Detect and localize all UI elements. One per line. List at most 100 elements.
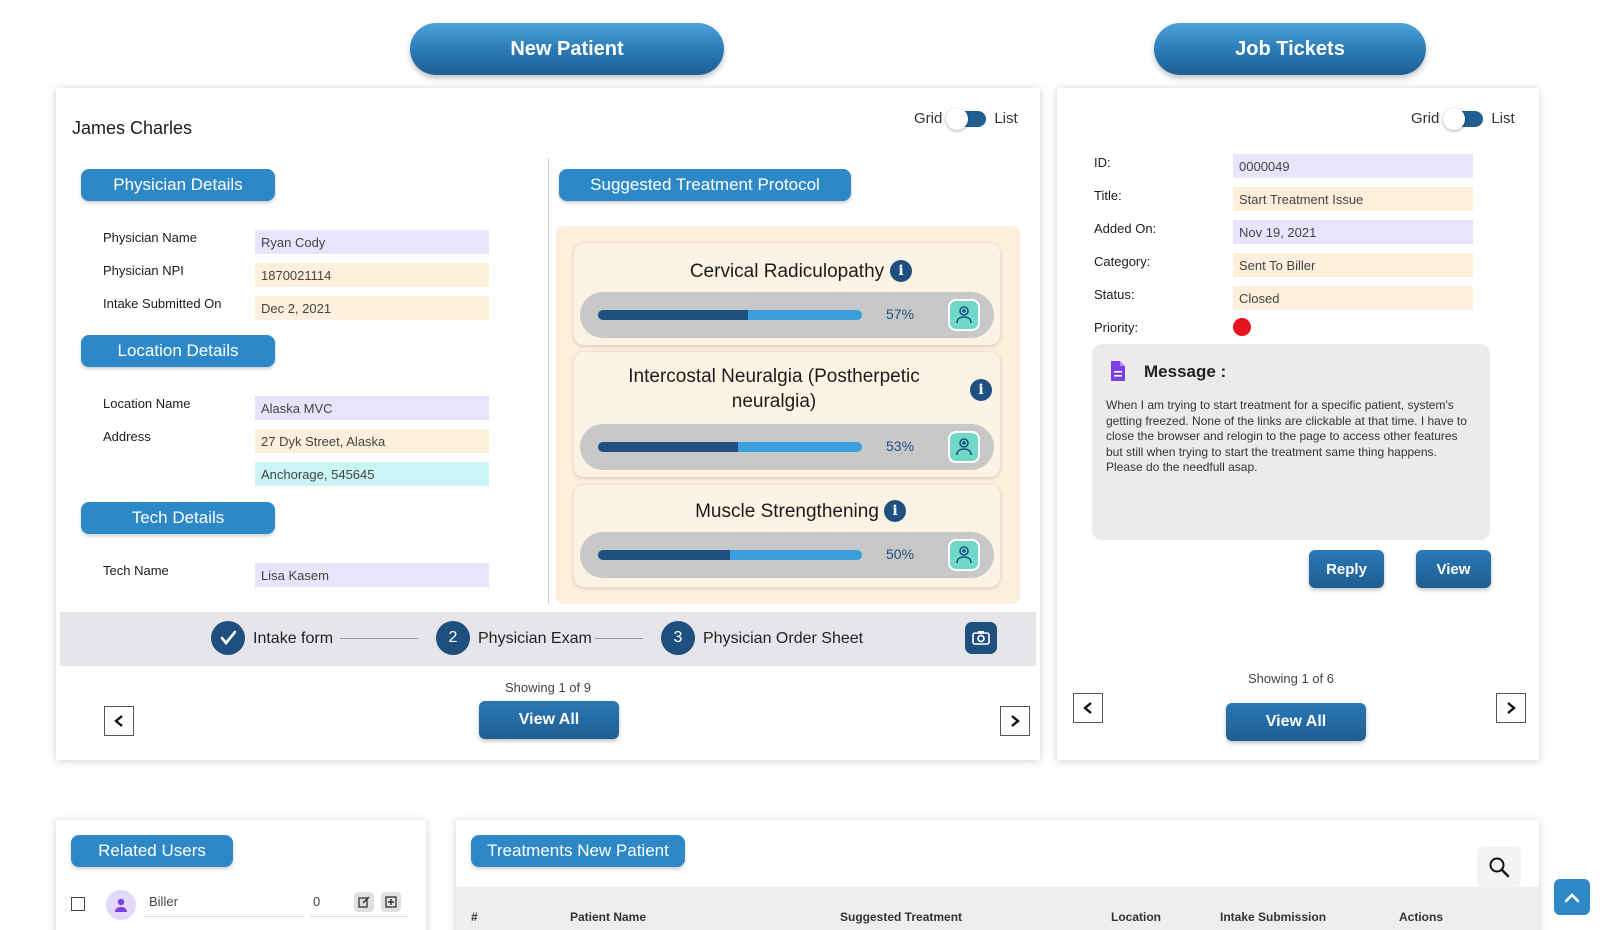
ticket-next-arrow[interactable] [1496,693,1526,723]
message-title: Message : [1144,362,1227,381]
progress-percent: 53% [886,438,915,454]
col-header-location: Location [1111,910,1161,924]
physician-npi-value: 1870021114 [255,263,489,287]
related-users-tag: Related Users [71,835,233,867]
treatment-title: Intercostal Neuralgia (Postherpetic neur… [628,366,920,412]
step-connector [340,638,418,639]
doctor-add-icon[interactable] [948,539,980,571]
patient-next-arrow[interactable] [1000,706,1030,736]
ticket-status-label: Status: [1094,287,1135,302]
ticket-title-label: Title: [1094,188,1122,203]
list-label: List [1491,110,1515,127]
patient-prev-arrow[interactable] [104,706,134,736]
new-patient-button[interactable]: New Patient [410,23,724,75]
step-physician-order-sheet[interactable]: Physician Order Sheet [703,630,863,648]
progress-bar [598,310,862,320]
physician-name-label: Physician Name [103,230,197,245]
progress-fill [598,550,730,560]
treatment-protocol-tag: Suggested Treatment Protocol [559,169,851,201]
view-button[interactable]: View [1416,550,1491,588]
doctor-add-icon[interactable] [948,431,980,463]
ticket-added-value: Nov 19, 2021 [1233,220,1473,244]
patient-name: James Charles [72,118,193,138]
screenshot-camera-icon[interactable] [965,622,997,654]
ticket-priority-label: Priority: [1094,320,1139,335]
ticket-view-all-button[interactable]: View All [1226,703,1366,741]
treatment-card: Cervical Radiculopathy i 57% [574,243,1000,345]
intake-submitted-label: Intake Submitted On [103,296,222,311]
search-icon[interactable] [1477,847,1521,887]
ticket-category-value: Sent To Biller [1233,253,1473,277]
address-label: Address [103,429,151,444]
doctor-add-icon[interactable] [948,299,980,331]
treatment-progress: 53% [580,424,994,470]
column-divider [548,158,549,604]
location-name-label: Location Name [103,396,191,411]
step-number: 3 [661,621,695,655]
priority-dot [1233,318,1251,336]
location-name-value: Alaska MVC [255,396,489,420]
ticket-view-toggle[interactable]: Grid List [1411,107,1515,130]
treatment-progress: 50% [580,532,994,578]
ticket-showing-count: Showing 1 of 6 [1247,671,1334,686]
tech-details-tag: Tech Details [81,502,275,534]
treatment-card: Muscle Strengthening i 50% [574,485,1000,587]
ticket-status-value: Closed [1233,286,1473,310]
user-row-count: 0 [313,894,321,909]
list-label: List [994,110,1018,127]
col-header-actions: Actions [1399,910,1444,924]
step-connector [595,638,643,639]
ticket-added-label: Added On: [1094,221,1157,236]
col-header-intake-submission: Intake Submission [1220,910,1327,924]
add-icon[interactable] [381,892,401,912]
col-header-suggested-treatment: Suggested Treatment [840,910,963,924]
message-body: When I am trying to start treatment for … [1106,398,1467,474]
ticket-prev-arrow[interactable] [1073,693,1103,723]
step-complete-check-icon [211,621,245,655]
info-icon[interactable]: i [884,500,906,522]
treatment-title: Muscle Strengthening [695,501,879,522]
patient-view-all-button[interactable]: View All [479,701,619,739]
col-header-index: # [471,910,478,924]
step-physician-exam[interactable]: Physician Exam [478,630,592,648]
physician-name-value: Ryan Cody [255,230,489,254]
patient-view-toggle[interactable]: Grid List [914,107,1018,130]
intake-submitted-value: Dec 2, 2021 [255,296,489,320]
grid-label: Grid [914,110,943,127]
scroll-to-top-button[interactable] [1554,879,1590,915]
progress-percent: 50% [886,546,915,562]
ticket-title-value: Start Treatment Issue [1233,187,1473,211]
job-tickets-button[interactable]: Job Tickets [1154,23,1426,75]
ticket-id-label: ID: [1094,155,1111,170]
info-icon[interactable]: i [890,260,912,282]
ticket-id-value: 0000049 [1233,154,1473,178]
treatments-table-tag: Treatments New Patient [471,835,685,867]
tech-name-value: Lisa Kasem [255,563,489,587]
progress-bar [598,442,862,452]
treatment-progress: 57% [580,292,994,338]
edit-icon[interactable] [354,892,374,912]
col-header-patient-name: Patient Name [570,910,647,924]
step-intake-form[interactable]: Intake form [253,630,333,648]
step-number: 2 [436,621,470,655]
document-icon [1109,360,1127,387]
location-details-tag: Location Details [81,335,275,367]
address-line1-value: 27 Dyk Street, Alaska [255,429,489,453]
user-row-checkbox[interactable] [71,897,85,911]
treatment-card: Intercostal Neuralgia (Postherpetic neur… [574,352,1000,477]
progress-fill [598,310,749,320]
ticket-category-label: Category: [1094,254,1151,269]
grid-list-switch[interactable] [1443,107,1484,130]
grid-label: Grid [1411,110,1440,127]
user-row-name: Biller [149,894,178,909]
progress-fill [598,442,738,452]
progress-bar [598,550,862,560]
patient-showing-count: Showing 1 of 9 [504,680,591,695]
info-icon[interactable]: i [970,379,992,401]
tech-name-label: Tech Name [103,563,169,578]
user-row-underline [310,916,408,917]
user-row-underline [144,916,304,917]
grid-list-switch[interactable] [946,107,987,130]
reply-button[interactable]: Reply [1309,550,1384,588]
user-avatar-icon [106,890,136,920]
